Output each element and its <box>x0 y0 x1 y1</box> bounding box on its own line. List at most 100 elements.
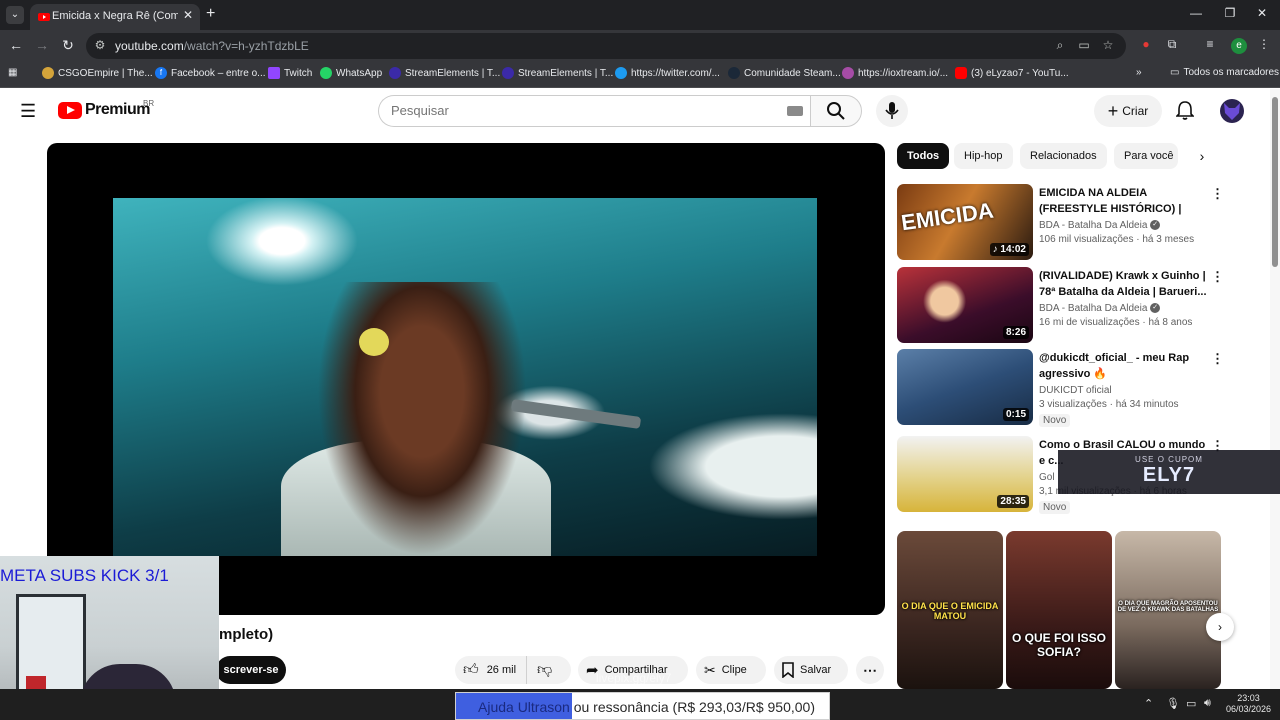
profile-avatar[interactable]: e <box>1231 38 1247 54</box>
video-duration: 0:15 <box>1002 408 1029 421</box>
extensions-icon[interactable]: ⧉ <box>1163 37 1181 52</box>
reload-icon[interactable]: ↻ <box>59 37 77 54</box>
bookmarks-bar: ▦ CSGOEmpire | The... f Facebook – entre … <box>0 62 1280 88</box>
short-caption: O QUE FOI ISSO SOFIA? <box>1011 631 1106 659</box>
video-title[interactable]: (RIVALIDADE) Krawk x Guinho | 78ª Batalh… <box>1039 268 1207 300</box>
video-thumbnail[interactable]: 28:35 <box>897 436 1033 512</box>
logo-word: Premium <box>85 101 150 118</box>
like-button[interactable]: 👍︎ 26 mil <box>455 656 528 684</box>
video-menu-icon[interactable]: ⋮ <box>1211 269 1224 285</box>
subscribe-button[interactable]: screver-se <box>216 656 286 684</box>
short-caption: O DIA QUE MAGRÃO APOSENTOU DE VEZ O KRAW… <box>1117 601 1219 613</box>
chevron-right-icon[interactable]: › <box>1192 148 1212 164</box>
bookmark-item[interactable]: https://twitter.com/... <box>615 67 720 79</box>
streamelements-icon <box>389 67 401 79</box>
bookmark-item[interactable]: WhatsApp <box>320 67 382 79</box>
create-label: Criar <box>1122 104 1149 118</box>
volume-icon[interactable]: 🔊︎ <box>1204 697 1211 710</box>
more-bookmarks-icon[interactable]: » <box>1136 67 1142 78</box>
close-tab-icon[interactable]: ✕ <box>181 8 195 22</box>
cast-icon[interactable]: ▭ <box>1076 38 1092 52</box>
voice-search-button[interactable] <box>876 95 908 127</box>
extension-red-icon[interactable]: ● <box>1137 37 1155 51</box>
bookmark-item[interactable]: StreamElements | T... <box>389 67 500 79</box>
video-menu-icon[interactable]: ⋮ <box>1211 186 1224 202</box>
goal-amount: ou ressonância (R$ 293,03/R$ 950,00) <box>569 699 815 715</box>
bookmark-label: https://ioxtream.io/... <box>858 67 949 79</box>
ioxtream-icon <box>842 67 854 79</box>
short-video[interactable]: O DIA QUE O EMICIDA MATOU <box>897 531 1003 689</box>
hamburger-menu-icon[interactable]: ☰ <box>20 101 36 122</box>
search-button[interactable] <box>810 95 862 127</box>
forward-arrow-icon[interactable]: → <box>33 37 51 53</box>
bookmark-item[interactable]: StreamElements | T... <box>502 67 613 79</box>
video-menu-icon[interactable]: ⋮ <box>1211 351 1224 367</box>
search-input[interactable] <box>391 103 771 118</box>
minimize-icon[interactable]: — <box>1186 6 1206 20</box>
new-badge: Novo <box>1039 501 1071 514</box>
address-bar[interactable]: ⚙ youtube.com/watch?v=h-yzhTdzbLE ⌕ ▭ ☆ <box>86 33 1126 59</box>
tab-search-button[interactable]: ⌄ <box>6 6 24 24</box>
bookmark-item[interactable]: f Facebook – entre o... <box>155 67 266 79</box>
facebook-icon: f <box>155 67 167 79</box>
bookmark-item[interactable]: https://ioxtream.io/... <box>842 67 948 79</box>
bookmark-item[interactable]: CSGOEmpire | The... <box>42 67 153 79</box>
chip-for-you[interactable]: Para você <box>1114 143 1178 169</box>
new-tab-icon[interactable]: + <box>206 5 215 23</box>
media-control-icon[interactable]: ≡ <box>1201 37 1219 51</box>
channel-name[interactable]: BDA - Batalha Da Aldeia ✓ <box>1039 220 1207 231</box>
video-title[interactable]: EMICIDA NA ALDEIA (FREESTYLE HISTÓRICO) … <box>1039 185 1207 217</box>
bookmark-star-icon[interactable]: ☆ <box>1100 38 1116 52</box>
related-video[interactable]: 0:15 @dukicdt_oficial_ - meu Rap agressi… <box>897 349 1227 427</box>
scrollbar-thumb[interactable] <box>1272 97 1278 267</box>
dislike-button[interactable]: 👎︎ <box>527 661 562 679</box>
bookmark-item[interactable]: Twitch <box>268 67 312 79</box>
taskbar-clock[interactable]: 23:03 06/03/2026 <box>1226 693 1271 715</box>
keyboard-icon[interactable] <box>787 106 803 116</box>
apps-grid-icon[interactable]: ▦ <box>8 67 17 78</box>
all-bookmarks-folder[interactable]: ▭ Todos os marcadores <box>1170 67 1279 78</box>
page-scrollbar[interactable] <box>1270 89 1280 689</box>
active-tab[interactable]: Emicida x Negra Rê (Completo) ✕ <box>30 4 200 30</box>
save-button[interactable]: Salvar <box>774 656 848 684</box>
video-thumbnail[interactable]: EMICIDA ♪ 14:02 <box>897 184 1033 260</box>
window-close-icon[interactable]: ✕ <box>1252 6 1272 20</box>
zoom-icon[interactable]: ⌕ <box>1052 38 1068 53</box>
create-button[interactable]: + Criar <box>1094 95 1162 127</box>
short-video[interactable]: O QUE FOI ISSO SOFIA? <box>1006 531 1112 689</box>
goal-prefix: Ajuda Ultrason <box>478 699 570 715</box>
sub-goal-text: META SUBS KICK 3/1 <box>0 566 169 585</box>
verified-icon: ✓ <box>1150 303 1161 314</box>
account-avatar[interactable] <box>1220 99 1244 123</box>
notifications-button[interactable] <box>1172 99 1198 125</box>
video-title[interactable]: @dukicdt_oficial_ - meu Rap agressivo 🔥 <box>1039 350 1207 382</box>
chip-all[interactable]: Todos <box>897 143 950 169</box>
network-icon[interactable]: ▭ <box>1186 697 1196 710</box>
video-thumbnail[interactable]: 0:15 <box>897 349 1033 425</box>
tray-mic-icon[interactable]: 🎙︎ <box>1166 697 1180 710</box>
youtube-play-icon <box>58 101 82 119</box>
tray-expand-icon[interactable]: ⌃ <box>1144 697 1153 710</box>
video-player[interactable] <box>47 143 885 615</box>
clip-button[interactable]: ✂ Clipe <box>696 656 766 684</box>
bookmark-item[interactable]: (3) eLyzao7 - YouTu... <box>955 67 1069 79</box>
site-info-icon[interactable]: ⚙ <box>92 38 108 52</box>
related-video[interactable]: EMICIDA ♪ 14:02 EMICIDA NA ALDEIA (FREES… <box>897 184 1227 262</box>
all-bookmarks-label: Todos os marcadores <box>1183 67 1280 78</box>
chip-related[interactable]: Relacionados <box>1020 143 1107 169</box>
more-actions-button[interactable]: ⋯ <box>856 656 884 684</box>
video-thumbnail[interactable]: 8:26 <box>897 267 1033 343</box>
short-video[interactable]: O DIA QUE MAGRÃO APOSENTOU DE VEZ O KRAW… <box>1115 531 1221 689</box>
channel-name[interactable]: DUKICDT oficial <box>1039 385 1207 396</box>
bookmark-item[interactable]: Comunidade Steam... <box>728 67 841 79</box>
restore-icon[interactable]: ❐ <box>1220 6 1240 20</box>
url-text[interactable]: youtube.com/watch?v=h-yzhTdzbLE <box>115 39 309 53</box>
back-arrow-icon[interactable]: ← <box>7 37 25 53</box>
channel-name[interactable]: BDA - Batalha Da Aldeia ✓ <box>1039 303 1207 314</box>
browser-tab-strip: ⌄ Emicida x Negra Rê (Completo) ✕ + — ❐ … <box>0 0 1280 30</box>
browser-menu-icon[interactable]: ⋮ <box>1255 37 1273 51</box>
shorts-next-chevron-icon[interactable]: › <box>1206 613 1234 641</box>
chip-hiphop[interactable]: Hip-hop <box>954 143 1013 169</box>
related-video[interactable]: 8:26 (RIVALIDADE) Krawk x Guinho | 78ª B… <box>897 267 1227 345</box>
youtube-logo[interactable]: Premium <box>58 101 150 119</box>
